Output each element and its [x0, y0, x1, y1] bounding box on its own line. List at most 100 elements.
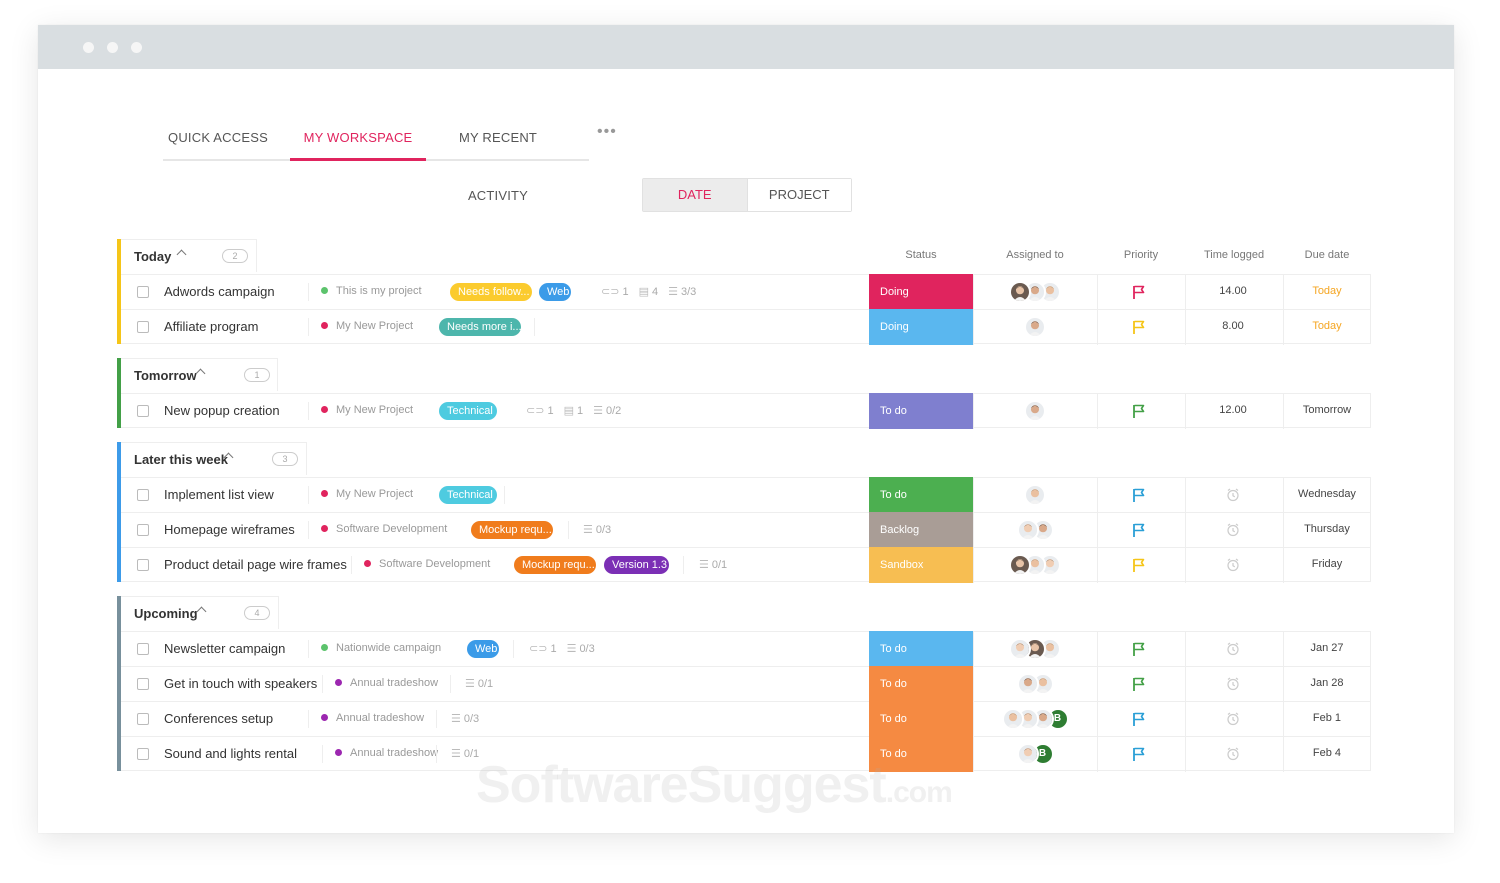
priority-flag-icon[interactable]	[1132, 404, 1146, 419]
project-view-button[interactable]: PROJECT	[746, 179, 851, 211]
task-tag[interactable]: Web	[467, 640, 499, 658]
assignees[interactable]	[1016, 673, 1054, 695]
task-checkbox[interactable]	[137, 321, 149, 333]
group-header[interactable]: Upcoming 4	[117, 596, 279, 629]
task-row[interactable]: Newsletter campaign Nationwide campaign We…	[121, 631, 1371, 667]
task-row[interactable]: Get in touch with speakers Annual tradesh…	[121, 666, 1371, 702]
task-row[interactable]: Product detail page wire frames Software …	[121, 547, 1371, 583]
status-badge[interactable]: To do	[869, 393, 973, 429]
window-maximize-dot[interactable]	[131, 42, 142, 53]
task-checkbox[interactable]	[137, 286, 149, 298]
status-badge[interactable]: Sandbox	[869, 547, 973, 583]
more-tabs-icon[interactable]: •••	[597, 123, 617, 141]
task-checkbox[interactable]	[137, 748, 149, 760]
alarm-clock-icon[interactable]	[1226, 712, 1240, 726]
project-label[interactable]: Nationwide campaign	[321, 642, 441, 654]
task-tag[interactable]: Needs more i...	[439, 318, 521, 336]
task-name[interactable]: Newsletter campaign	[164, 641, 285, 656]
group-header[interactable]: Today 2	[117, 239, 257, 272]
status-badge[interactable]: To do	[869, 701, 973, 737]
task-checkbox[interactable]	[137, 678, 149, 690]
alarm-clock-icon[interactable]	[1226, 523, 1240, 537]
priority-flag-icon[interactable]	[1132, 558, 1146, 573]
task-name[interactable]: Adwords campaign	[164, 284, 275, 299]
alarm-clock-icon[interactable]	[1226, 677, 1240, 691]
task-tag[interactable]: Technical	[439, 402, 497, 420]
task-checkbox[interactable]	[137, 643, 149, 655]
status-badge[interactable]: To do	[869, 666, 973, 702]
project-label[interactable]: Software Development	[364, 558, 490, 570]
project-label[interactable]: My New Project	[321, 404, 413, 416]
assignees[interactable]	[1009, 554, 1061, 576]
task-name[interactable]: Get in touch with speakers	[164, 676, 317, 691]
assignees[interactable]	[1009, 638, 1061, 660]
alarm-clock-icon[interactable]	[1226, 558, 1240, 572]
status-badge[interactable]: To do	[869, 477, 973, 513]
project-label[interactable]: Software Development	[321, 523, 447, 535]
alarm-clock-icon[interactable]	[1226, 642, 1240, 656]
task-name[interactable]: Implement list view	[164, 487, 274, 502]
task-name[interactable]: Product detail page wire frames	[164, 557, 347, 572]
assignees[interactable]	[1024, 484, 1046, 506]
assignees[interactable]	[1009, 281, 1061, 303]
assignees[interactable]	[1024, 316, 1046, 338]
task-row[interactable]: New popup creation My New Project Technica…	[121, 393, 1371, 429]
chevron-up-icon[interactable]	[196, 606, 207, 617]
task-checkbox[interactable]	[137, 489, 149, 501]
task-name[interactable]: Affiliate program	[164, 319, 258, 334]
task-row[interactable]: Implement list view My New Project Technic…	[121, 477, 1371, 513]
task-checkbox[interactable]	[137, 524, 149, 536]
tab-quick-access[interactable]: QUICK ACCESS	[163, 109, 273, 161]
task-row[interactable]: Conferences setup Annual tradeshow ☰ 0/3 To …	[121, 701, 1371, 737]
project-label[interactable]: Annual tradeshow	[335, 677, 438, 689]
project-label[interactable]: Annual tradeshow	[321, 712, 424, 724]
window-minimize-dot[interactable]	[107, 42, 118, 53]
group-header[interactable]: Tomorrow 1	[117, 358, 278, 391]
task-row[interactable]: Homepage wireframes Software Development M…	[121, 512, 1371, 548]
priority-flag-icon[interactable]	[1132, 712, 1146, 727]
status-badge[interactable]: Backlog	[869, 512, 973, 548]
assignees[interactable]: B	[1001, 708, 1069, 730]
task-tag[interactable]: Web	[539, 283, 571, 301]
group-header[interactable]: Later this week 3	[117, 442, 307, 475]
task-row[interactable]: Adwords campaign This is my project Needs …	[121, 274, 1371, 310]
tab-my-recent-activity[interactable]: MY RECENT ACTIVITY	[433, 109, 563, 203]
priority-flag-icon[interactable]	[1132, 320, 1146, 335]
chevron-up-icon[interactable]	[176, 249, 187, 260]
assignees[interactable]	[1016, 519, 1054, 541]
task-tag[interactable]: Version 1.3	[604, 556, 669, 574]
priority-flag-icon[interactable]	[1132, 642, 1146, 657]
priority-flag-icon[interactable]	[1132, 488, 1146, 503]
project-label[interactable]: My New Project	[321, 320, 413, 332]
task-tag[interactable]: Mockup requ...	[471, 521, 553, 539]
project-label[interactable]: My New Project	[321, 488, 413, 500]
task-name[interactable]: Conferences setup	[164, 711, 273, 726]
assignees[interactable]: B	[1016, 743, 1054, 765]
task-tag[interactable]: Technical	[439, 486, 497, 504]
chevron-up-icon[interactable]	[195, 368, 206, 379]
project-label[interactable]: Annual tradeshow	[335, 747, 438, 759]
window-close-dot[interactable]	[83, 42, 94, 53]
task-checkbox[interactable]	[137, 713, 149, 725]
date-view-button[interactable]: DATE	[643, 179, 747, 211]
status-badge[interactable]: Doing	[869, 309, 973, 345]
priority-flag-icon[interactable]	[1132, 747, 1146, 762]
priority-flag-icon[interactable]	[1132, 677, 1146, 692]
task-name[interactable]: New popup creation	[164, 403, 280, 418]
priority-flag-icon[interactable]	[1132, 523, 1146, 538]
status-badge[interactable]: To do	[869, 631, 973, 667]
project-label[interactable]: This is my project	[321, 285, 422, 297]
status-badge[interactable]: Doing	[869, 274, 973, 310]
task-checkbox[interactable]	[137, 405, 149, 417]
task-tag[interactable]: Mockup requ...	[514, 556, 596, 574]
task-name[interactable]: Sound and lights rental	[164, 746, 297, 761]
priority-flag-icon[interactable]	[1132, 285, 1146, 300]
task-name[interactable]: Homepage wireframes	[164, 522, 295, 537]
assignees[interactable]	[1024, 400, 1046, 422]
task-row[interactable]: Affiliate program My New Project Needs mor…	[121, 309, 1371, 345]
tab-my-workspace[interactable]: MY WORKSPACE	[290, 109, 426, 161]
task-checkbox[interactable]	[137, 559, 149, 571]
alarm-clock-icon[interactable]	[1226, 488, 1240, 502]
alarm-clock-icon[interactable]	[1226, 747, 1240, 761]
task-tag[interactable]: Needs follow...	[450, 283, 532, 301]
